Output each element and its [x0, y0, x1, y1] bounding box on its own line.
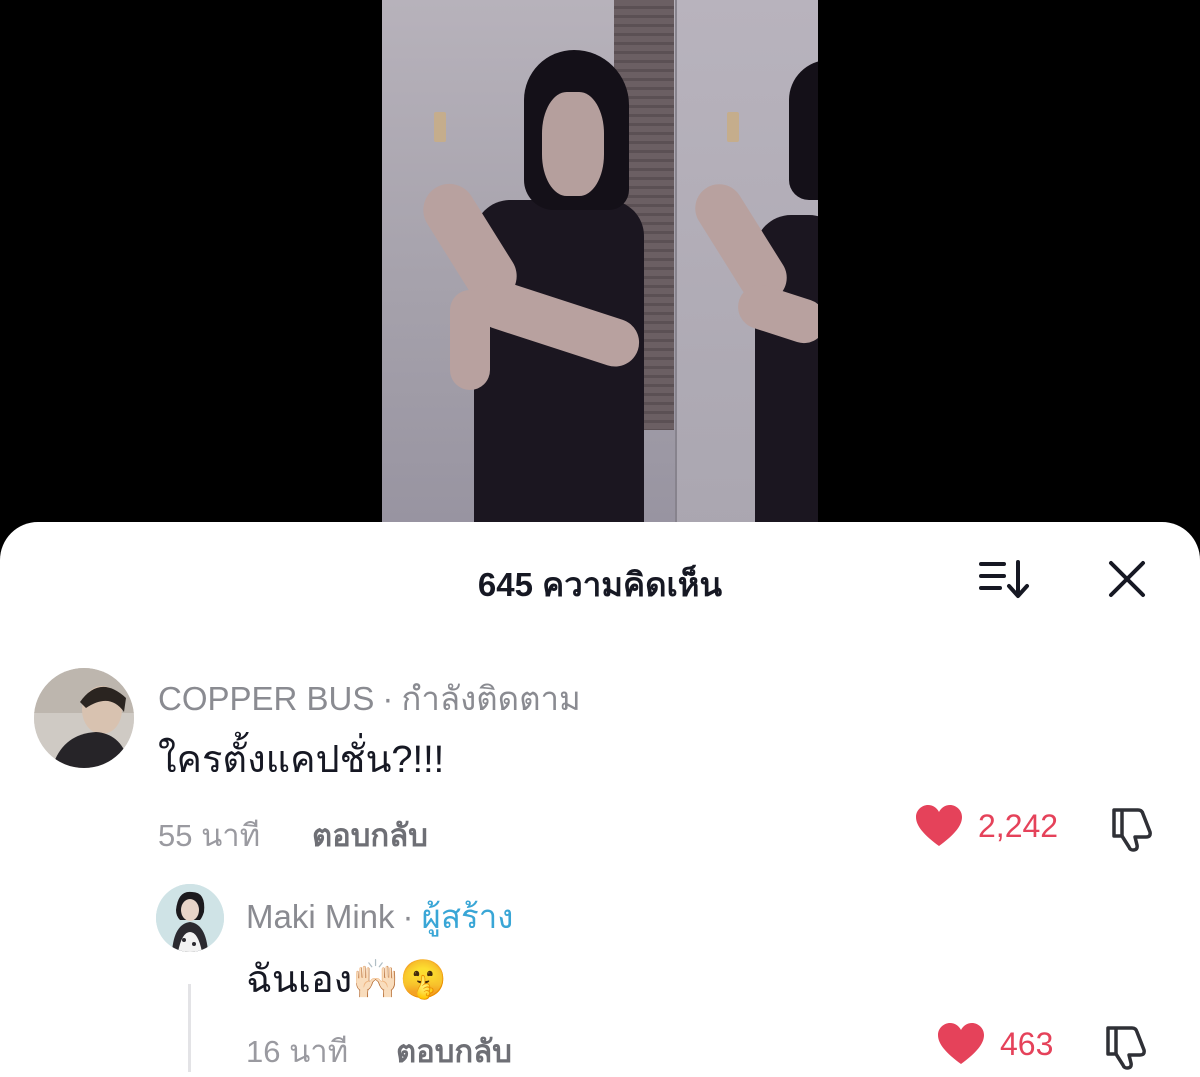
comment-time: 55 นาที — [158, 818, 261, 853]
reply-button[interactable]: ตอบกลับ — [312, 810, 428, 860]
comment-text: ใครตั้งแคปชั่น?!!! — [158, 739, 445, 781]
video-panel-left — [382, 0, 675, 540]
comment-username[interactable]: COPPER BUS — [158, 680, 374, 717]
dislike-icon[interactable] — [1108, 806, 1158, 852]
reply-username[interactable]: Maki Mink — [246, 898, 395, 935]
heart-icon — [938, 1023, 984, 1064]
like-button[interactable]: 463 — [936, 1022, 1053, 1066]
video-panel-right — [677, 0, 818, 540]
person-face — [542, 92, 604, 196]
avatar[interactable] — [34, 668, 134, 768]
like-count: 463 — [1000, 1025, 1054, 1062]
heart-icon — [916, 805, 962, 846]
person-hair-mirror — [789, 60, 818, 200]
video-frame — [382, 0, 818, 540]
video-player[interactable] — [0, 0, 1200, 540]
following-badge: กำลังติดตาม — [401, 680, 581, 717]
like-button[interactable]: 2,242 — [914, 804, 1058, 848]
avatar-image — [156, 884, 224, 952]
dislike-icon[interactable] — [1102, 1024, 1152, 1070]
reply-text: ฉันเอง🙌🏻🤫 — [246, 959, 447, 1001]
reply-time: 16 นาที — [246, 1034, 349, 1069]
sort-icon[interactable] — [978, 558, 1032, 600]
reply-button[interactable]: ตอบกลับ — [396, 1026, 512, 1076]
comment-username-line: COPPER BUS · กำลังติดตาม — [158, 672, 581, 725]
separator-dot: · — [382, 680, 394, 717]
wall-switch — [434, 112, 446, 142]
person-forearm — [450, 290, 490, 390]
separator-dot: · — [402, 898, 414, 935]
avatar[interactable] — [156, 884, 224, 952]
wall-switch-mirror — [727, 112, 739, 142]
like-count: 2,242 — [978, 807, 1059, 844]
comments-sheet: 645 ความคิดเห็น — [0, 522, 1200, 1077]
creator-badge: ผู้สร้าง — [421, 898, 514, 935]
close-icon[interactable] — [1106, 558, 1148, 600]
reply-username-line: Maki Mink · ผู้สร้าง — [246, 890, 513, 943]
avatar-image — [34, 668, 134, 768]
thread-line — [188, 984, 191, 1072]
